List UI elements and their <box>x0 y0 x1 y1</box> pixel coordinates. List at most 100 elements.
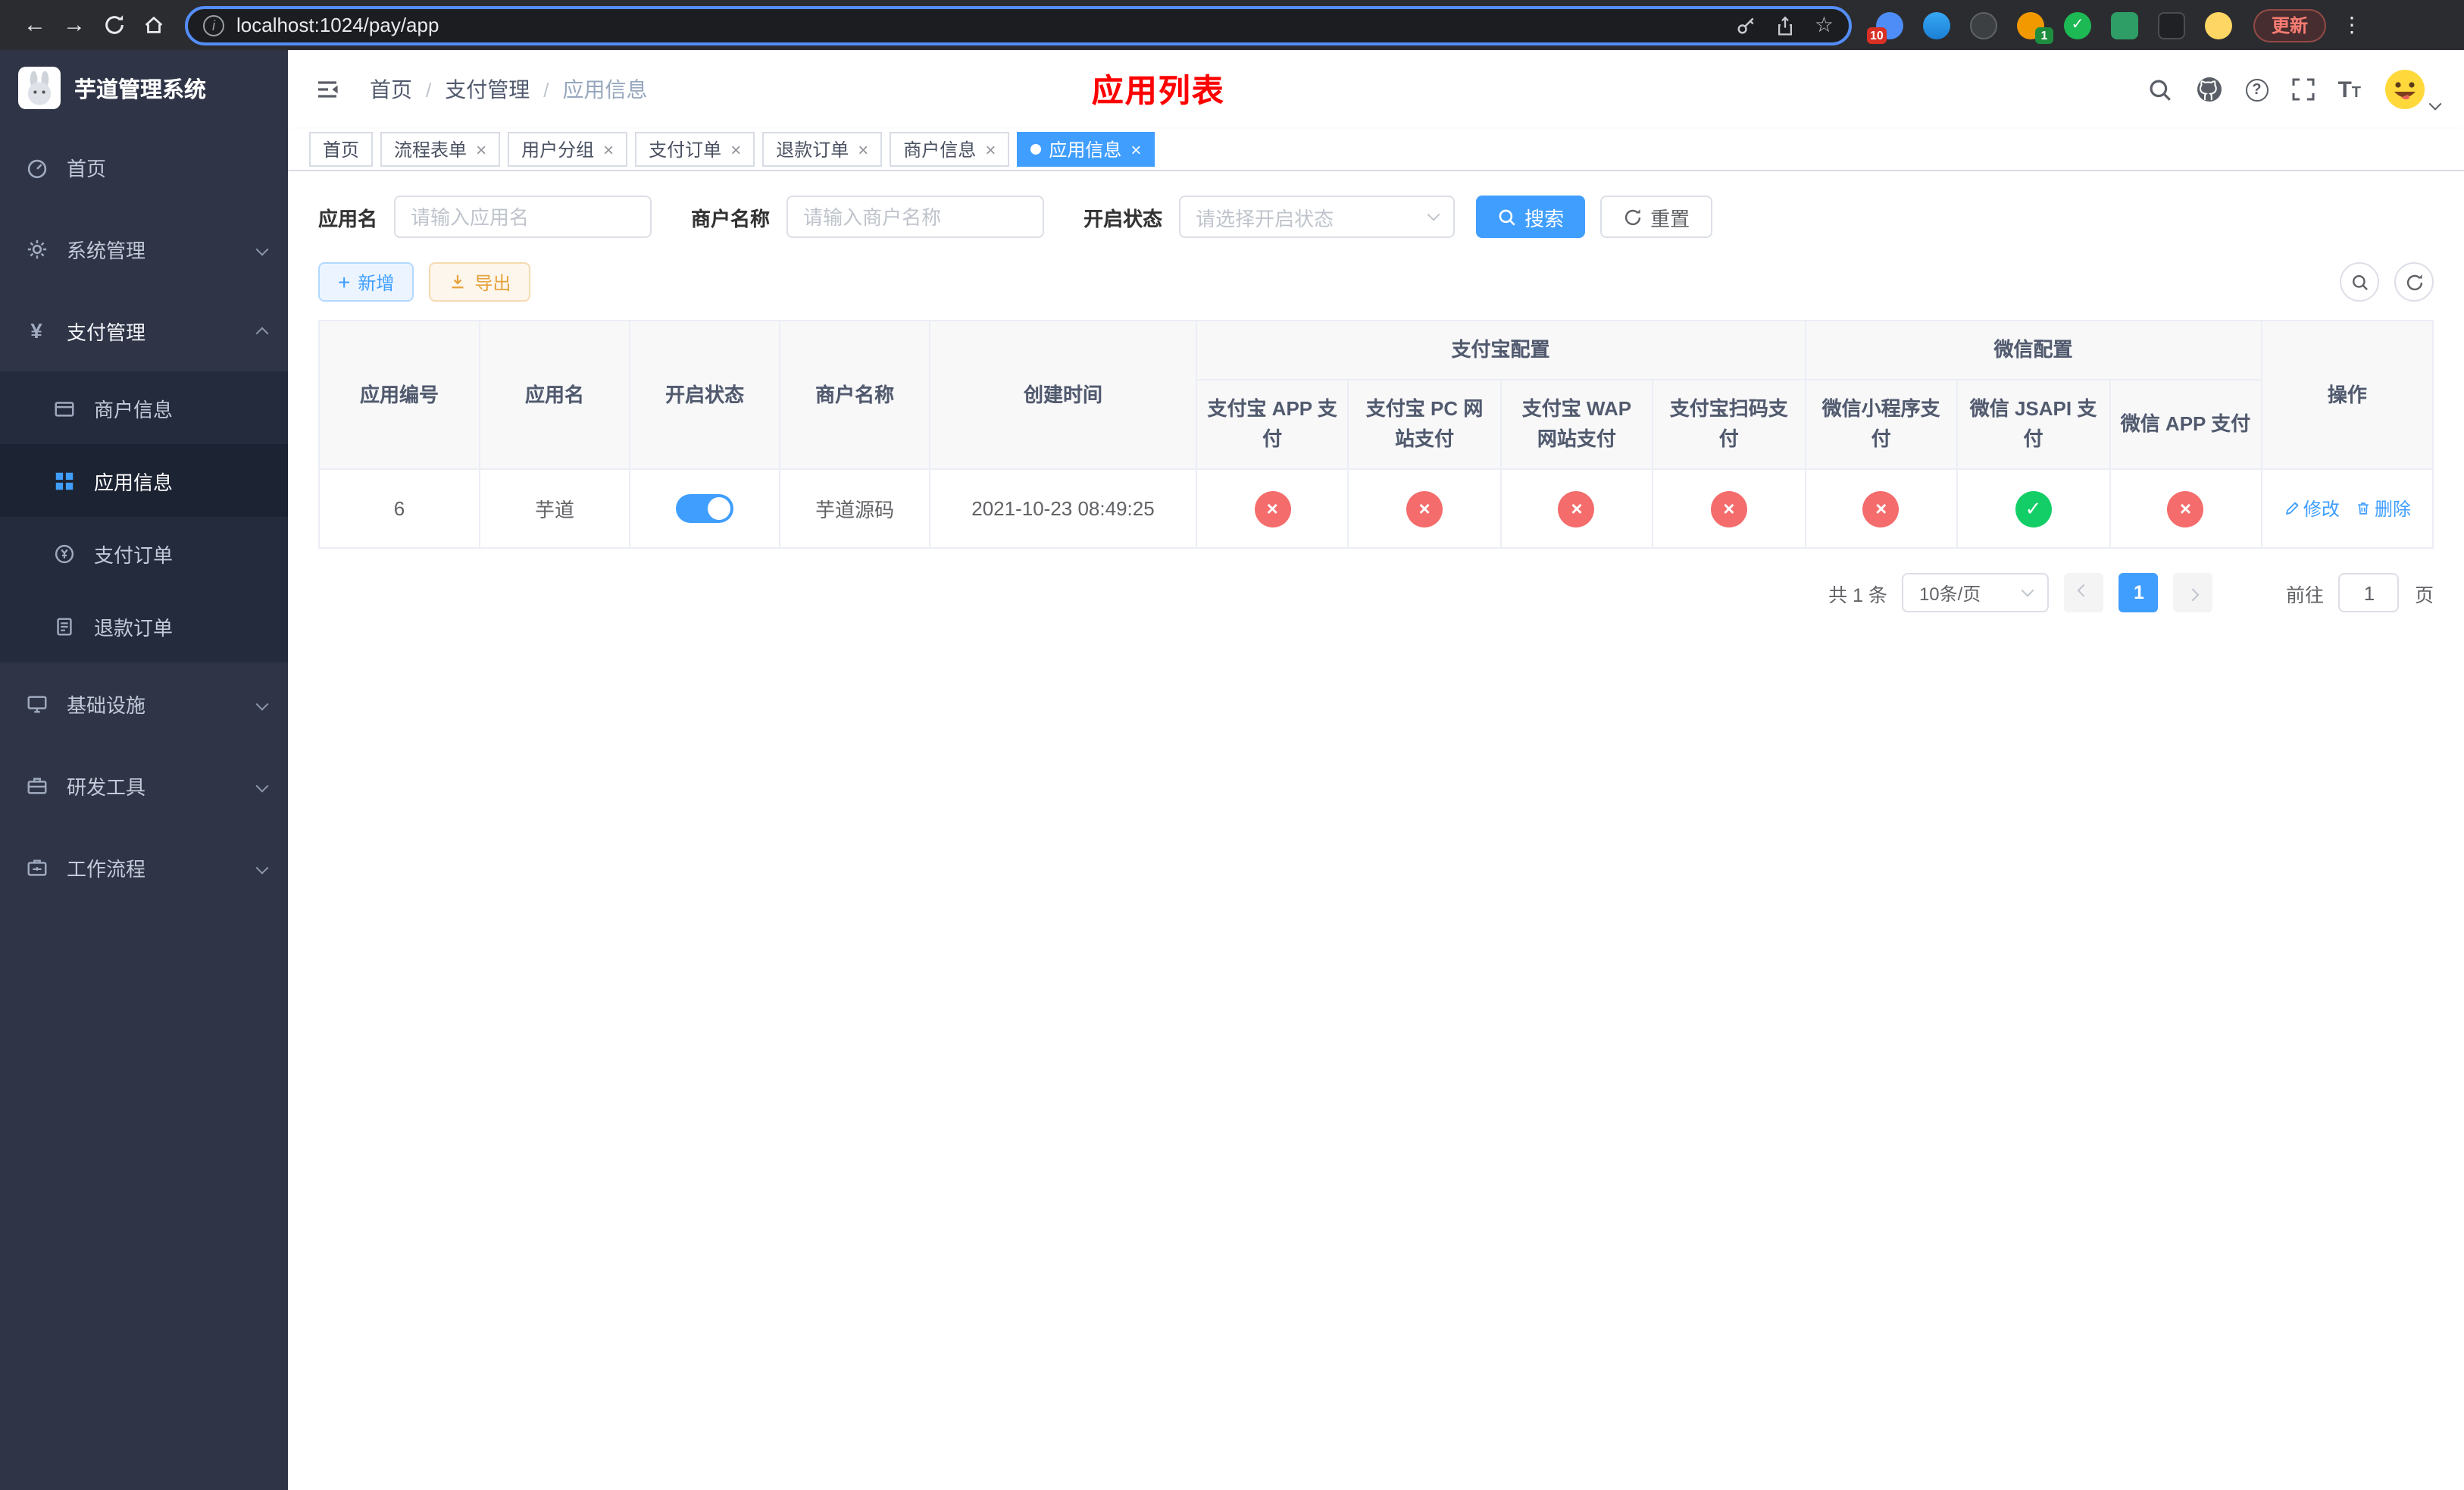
browser-menu-icon[interactable]: ⋮ <box>2341 12 2362 38</box>
font-size-icon[interactable]: TT <box>2337 78 2361 101</box>
refresh-button[interactable] <box>2394 262 2434 302</box>
status-toggle[interactable] <box>676 494 734 524</box>
sidebar-item-infra[interactable]: 基础设施 <box>0 662 288 744</box>
browser-update-button[interactable]: 更新 <box>2253 8 2327 42</box>
reset-button[interactable]: 重置 <box>1600 196 1713 238</box>
col-app-name: 应用名 <box>479 319 631 471</box>
edit-link[interactable]: 修改 <box>2284 496 2340 522</box>
tab-app-info[interactable]: 应用信息 × <box>1017 132 1155 167</box>
sidebar-item-home[interactable]: 首页 <box>0 126 288 208</box>
cell-status <box>629 468 781 549</box>
tab-pay-order[interactable]: 支付订单 × <box>635 132 755 167</box>
tab-refund-order[interactable]: 退款订单 × <box>762 132 883 167</box>
cell-actions: 修改 删除 <box>2260 468 2434 549</box>
github-icon[interactable] <box>2195 76 2222 103</box>
prev-page-button[interactable] <box>2064 573 2104 613</box>
extension-icon[interactable] <box>2158 11 2185 39</box>
close-icon[interactable]: × <box>1130 140 1141 158</box>
chevron-up-icon <box>255 319 269 342</box>
export-button[interactable]: 导出 <box>429 262 531 302</box>
close-icon[interactable]: × <box>476 140 486 158</box>
sidebar-item-merchant-info[interactable]: 商户信息 <box>0 371 288 444</box>
goto-page-input[interactable] <box>2338 573 2400 613</box>
col-group-alipay: 支付宝配置 <box>1195 319 1806 381</box>
sidebar-item-label: 退款订单 <box>94 616 174 639</box>
app-logo-row[interactable]: 芋道管理系统 <box>0 50 288 126</box>
tab-merchant-info[interactable]: 商户信息 × <box>890 132 1010 167</box>
help-icon[interactable]: ? <box>2245 78 2269 101</box>
breadcrumb-separator: / <box>543 78 549 101</box>
delete-link[interactable]: 删除 <box>2355 496 2411 522</box>
search-button[interactable]: 搜索 <box>1476 196 1586 238</box>
next-page-button[interactable] <box>2173 573 2213 613</box>
extension-icon[interactable] <box>1970 11 1997 39</box>
alipay-wap-status-icon: × <box>1558 490 1595 527</box>
pay-order-icon <box>52 541 76 565</box>
sidebar-item-payment[interactable]: ¥ 支付管理 <box>0 290 288 371</box>
tab-user-group[interactable]: 用户分组 × <box>508 132 628 167</box>
breadcrumb-home[interactable]: 首页 <box>370 74 412 105</box>
col-alipay-pc: 支付宝 PC 网站支付 <box>1347 379 1502 471</box>
reload-icon[interactable] <box>94 5 133 45</box>
sidebar-item-label: 商户信息 <box>94 398 174 421</box>
sidebar-item-app-info[interactable]: 应用信息 <box>0 444 288 517</box>
sidebar-item-label: 支付订单 <box>94 543 174 566</box>
url-text[interactable]: localhost:1024/pay/app <box>236 14 439 36</box>
breadcrumb-section[interactable]: 支付管理 <box>445 74 530 105</box>
close-icon[interactable]: × <box>985 140 996 158</box>
sidebar-item-label: 系统管理 <box>67 239 146 261</box>
extension-icon[interactable] <box>1923 11 1950 39</box>
bookmark-star-icon[interactable]: ☆ <box>1815 12 1834 38</box>
breadcrumb-separator: / <box>426 78 432 101</box>
page-size-select[interactable]: 10条/页 <box>1902 573 2050 613</box>
sidebar-item-refund-order[interactable]: 退款订单 <box>0 590 288 662</box>
sidebar-item-devtools[interactable]: 研发工具 <box>0 744 288 826</box>
app-name-input[interactable] <box>394 196 652 238</box>
share-icon[interactable] <box>1775 14 1796 36</box>
sidebar-item-label: 研发工具 <box>67 775 146 798</box>
close-icon[interactable]: × <box>858 140 868 158</box>
back-icon[interactable]: ← <box>15 5 55 45</box>
add-button[interactable]: + 新增 <box>318 262 414 302</box>
col-wx-jsapi: 微信 JSAPI 支付 <box>1956 379 2111 471</box>
toggle-search-button[interactable] <box>2340 262 2379 302</box>
current-page-button[interactable]: 1 <box>2118 573 2159 613</box>
sidebar-item-workflow[interactable]: 工作流程 <box>0 826 288 908</box>
password-key-icon[interactable] <box>1736 14 1757 36</box>
address-bar[interactable]: i localhost:1024/pay/app ☆ <box>185 5 1852 45</box>
extension-icon[interactable] <box>2205 11 2232 39</box>
status-label: 开启状态 <box>1083 207 1163 230</box>
screen: ← → i localhost:1024/pay/app ☆ 10 1 ✓ 更新… <box>0 0 2464 1490</box>
extension-icon[interactable] <box>2111 11 2138 39</box>
sidebar-item-pay-order[interactable]: 支付订单 <box>0 517 288 590</box>
sidebar-item-system[interactable]: 系统管理 <box>0 208 288 290</box>
browser-toolbar: ← → i localhost:1024/pay/app ☆ 10 1 ✓ 更新… <box>0 0 2464 50</box>
app-name-label: 应用名 <box>318 207 378 230</box>
extension-icon[interactable]: ✓ <box>2064 11 2091 39</box>
main-panel: 首页 / 支付管理 / 应用信息 应用列表 ? T T 首页 流程表单 × 用户… <box>288 50 2464 1490</box>
search-icon[interactable] <box>2147 77 2172 102</box>
sidebar-item-label: 首页 <box>67 157 107 180</box>
home-icon[interactable] <box>133 5 173 45</box>
sidebar-item-label: 支付管理 <box>67 321 146 343</box>
col-alipay-wap: 支付宝 WAP 网站支付 <box>1499 379 1654 471</box>
close-icon[interactable]: × <box>730 140 741 158</box>
chevron-down-icon <box>2022 584 2035 598</box>
status-select[interactable]: 请选择开启状态 <box>1179 196 1456 238</box>
extension-icon[interactable]: 1 <box>2017 11 2053 43</box>
site-info-icon[interactable]: i <box>203 14 224 36</box>
tab-home[interactable]: 首页 <box>309 132 374 167</box>
close-icon[interactable]: × <box>603 140 614 158</box>
col-group-wechat: 微信配置 <box>1804 319 2262 381</box>
tab-process-form[interactable]: 流程表单 × <box>380 132 501 167</box>
extension-badge: 10 <box>1867 27 1887 43</box>
fullscreen-icon[interactable] <box>2290 77 2315 102</box>
extension-icon[interactable]: 10 <box>1867 11 1903 43</box>
forward-icon[interactable]: → <box>55 5 94 45</box>
app-title: 芋道管理系统 <box>74 78 206 102</box>
merchant-name-input[interactable] <box>786 196 1045 238</box>
plus-icon: + <box>338 270 351 294</box>
user-avatar[interactable] <box>2384 68 2442 111</box>
sidebar-collapse-icon[interactable] <box>312 74 342 105</box>
table-header-group-row: 应用编号 应用名 开启状态 商户名称 创建时间 支付宝配置 微信配置 操作 <box>317 319 2434 471</box>
